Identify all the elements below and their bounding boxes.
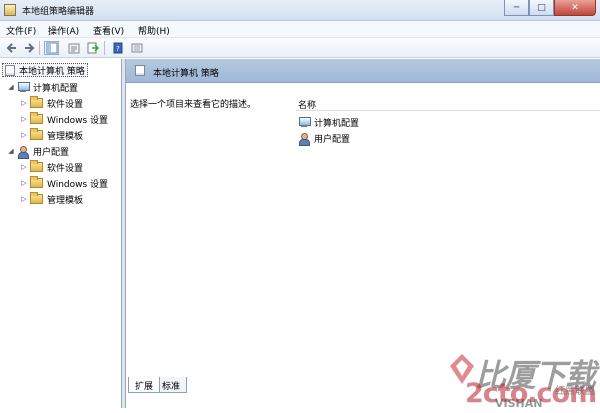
collapsed-arrow-icon[interactable]: ▷ (20, 163, 28, 171)
folder-icon (30, 128, 43, 140)
collapsed-arrow-icon[interactable]: ▷ (20, 131, 28, 139)
expand-arrow-icon[interactable]: ◢ (7, 147, 15, 155)
tree-item-admin-templates[interactable]: ▷ 管理模板 (20, 192, 83, 206)
description-text: 选择一个项目来查看它的描述。 (130, 100, 257, 110)
tree-view-icon (46, 42, 57, 54)
tree-item-computer-config[interactable]: ◢ 计算机配置 (7, 80, 78, 94)
tree-item-label: 本地计算机 策略 (19, 66, 85, 77)
menu-bar: 文件(F) 操作(A) 查看(V) 帮助(H) (0, 21, 600, 38)
column-header-name[interactable]: 名称 (296, 96, 600, 111)
menu-view[interactable]: 查看(V) (93, 24, 124, 37)
watermark-brand-sub: 红黑联盟 (555, 386, 595, 397)
tree-item-label: 计算机配置 (33, 83, 79, 94)
forward-arrow-icon (24, 43, 34, 53)
tree-item-local-policy[interactable]: 本地计算机 策略 (2, 63, 88, 77)
watermark-brand-small: VISHAN (495, 397, 543, 410)
minimize-icon: ─ (513, 2, 520, 13)
window-controls: ─ □ ✕ (504, 0, 596, 17)
expand-arrow-icon[interactable]: ◢ (7, 83, 15, 91)
export-list-button[interactable] (85, 41, 100, 55)
folder-icon (30, 96, 43, 108)
policy-document-icon (135, 65, 145, 76)
tree-item-windows-settings[interactable]: ▷ Windows 设置 (20, 176, 108, 190)
close-button[interactable]: ✕ (554, 0, 596, 16)
toolbar-separator (39, 41, 40, 55)
column-header-label: 名称 (298, 101, 317, 111)
maximize-icon: □ (537, 2, 546, 13)
forward-button[interactable] (21, 41, 36, 55)
svg-text:?: ? (116, 45, 120, 53)
menu-file[interactable]: 文件(F) (6, 24, 36, 37)
app-icon (4, 4, 16, 16)
maximize-button[interactable]: □ (529, 0, 554, 16)
menu-help[interactable]: 帮助(H) (138, 24, 170, 37)
collapsed-arrow-icon[interactable]: ▷ (20, 195, 28, 203)
export-icon (87, 42, 99, 54)
list-item-user-config[interactable]: 用户配置 (298, 131, 351, 146)
list-item-label: 用户配置 (314, 134, 351, 145)
tree-item-label: 用户配置 (33, 147, 70, 158)
minimize-button[interactable]: ─ (504, 0, 529, 16)
tree-item-user-config[interactable]: ◢ 用户配置 (7, 144, 70, 159)
back-arrow-icon (6, 43, 16, 53)
tree-item-label: 管理模板 (47, 195, 84, 206)
filter-button[interactable] (129, 41, 144, 55)
folder-icon (30, 192, 43, 204)
list-item-computer-config[interactable]: 计算机配置 (298, 115, 359, 129)
tree-item-software-settings[interactable]: ▷ 软件设置 (20, 160, 83, 174)
tree-item-software-settings[interactable]: ▷ 软件设置 (20, 96, 83, 110)
menu-action[interactable]: 操作(A) (48, 24, 79, 37)
toolbar-separator (104, 41, 105, 55)
tab-extended[interactable]: 扩展 (128, 377, 161, 393)
details-header: 本地计算机 策略 (126, 59, 600, 83)
properties-icon (68, 43, 79, 54)
help-book-icon: ? (113, 42, 122, 54)
help-button[interactable]: ? (110, 41, 125, 55)
close-icon: ✕ (571, 2, 579, 13)
tree-item-label: Windows 设置 (47, 115, 109, 126)
user-icon (17, 145, 29, 159)
computer-icon (298, 116, 311, 128)
tree-item-windows-settings[interactable]: ▷ Windows 设置 (20, 112, 108, 126)
title-bar: 本地组策略编辑器 ─ □ ✕ (0, 0, 600, 21)
details-header-title: 本地计算机 策略 (153, 69, 219, 79)
view-tabs: 扩展 标准 (125, 377, 305, 393)
folder-icon (30, 160, 43, 172)
collapsed-arrow-icon[interactable]: ▷ (20, 99, 28, 107)
back-button[interactable] (4, 41, 19, 55)
user-icon (298, 132, 310, 146)
collapsed-arrow-icon[interactable]: ▷ (20, 115, 28, 123)
properties-button[interactable] (66, 41, 81, 55)
window-title: 本地组策略编辑器 (22, 7, 95, 17)
policy-document-icon (5, 64, 15, 76)
toolbar: ? (0, 38, 600, 58)
filter-icon (131, 43, 142, 53)
navigation-tree: 本地计算机 策略 ◢ 计算机配置 ▷ 软件设置 ▷ Windows 设置 ▷ 管… (0, 59, 122, 408)
collapsed-arrow-icon[interactable]: ▷ (20, 179, 28, 187)
tree-item-label: 软件设置 (47, 99, 84, 110)
list-item-label: 计算机配置 (314, 118, 360, 129)
tree-item-label: Windows 设置 (47, 179, 109, 190)
tree-item-label: 管理模板 (47, 131, 84, 142)
show-tree-button[interactable] (44, 41, 59, 55)
folder-icon (30, 176, 43, 188)
tree-item-label: 软件设置 (47, 163, 84, 174)
computer-icon (17, 81, 30, 93)
tree-item-admin-templates[interactable]: ▷ 管理模板 (20, 128, 83, 142)
folder-icon (30, 112, 43, 124)
